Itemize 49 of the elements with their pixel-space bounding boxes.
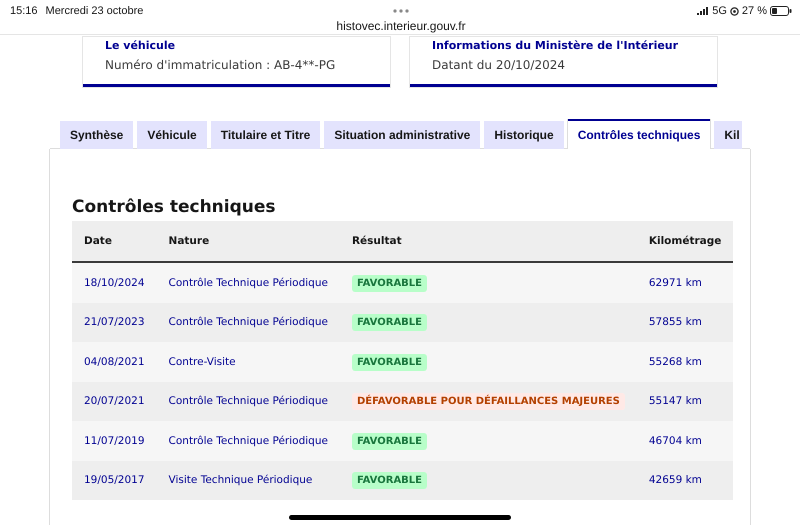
card-title: Le véhicule <box>105 39 176 52</box>
mileage-text: 55268 km <box>648 356 702 368</box>
column-header: Date <box>72 221 157 262</box>
nature-text: Visite Technique Périodique <box>168 474 312 486</box>
mileage-text: 62971 km <box>648 276 702 289</box>
nature-text: Contrôle Technique Périodique <box>168 276 328 289</box>
mileage-text: 46704 km <box>648 434 702 447</box>
column-header: Résultat <box>340 221 637 262</box>
result-badge: FAVORABLE <box>352 432 428 450</box>
result-badge: FAVORABLE <box>352 354 428 371</box>
nature-text: Contrôle Technique Périodique <box>168 316 328 328</box>
date-link[interactable]: 19/05/2017 <box>84 474 145 486</box>
tab[interactable]: Synthèse <box>60 121 134 149</box>
nature-text: Contrôle Technique Périodique <box>168 395 328 408</box>
nature-text: Contre-Visite <box>168 356 236 368</box>
tab[interactable]: Véhicule <box>137 121 207 149</box>
nature-text: Contrôle Technique Périodique <box>168 434 328 447</box>
mileage-text: 57855 km <box>648 316 702 328</box>
tab[interactable]: Historique <box>484 121 564 149</box>
column-header: Nature <box>156 221 340 262</box>
tab[interactable]: Kil <box>714 121 742 149</box>
more-icon[interactable] <box>393 9 409 13</box>
column-header: Kilométrage <box>636 221 734 262</box>
result-badge: FAVORABLE <box>352 314 428 332</box>
result-badge: FAVORABLE <box>352 472 428 490</box>
signal-icon <box>697 7 710 15</box>
section-title: Contrôles techniques <box>72 197 277 217</box>
date-link[interactable]: 11/07/2019 <box>84 434 145 447</box>
result-badge: DÉFAVORABLE POUR DÉFAILLANCES MAJEURES <box>352 393 625 410</box>
clock-time: 15:16 <box>10 5 38 17</box>
location-icon <box>730 6 739 16</box>
tab[interactable]: Situation administrative <box>324 121 480 149</box>
card-text: Numéro d'immatriculation : AB-4**-PG <box>105 58 336 72</box>
date-link[interactable]: 20/07/2021 <box>84 395 145 408</box>
date-link[interactable]: 18/10/2024 <box>84 276 145 289</box>
battery-percent: 27 % <box>742 5 767 17</box>
card-text: Datant du 20/10/2024 <box>432 58 566 72</box>
card-title: Informations du Ministère de l'Intérieur <box>432 39 680 52</box>
date-text: Mercredi 23 octobre <box>46 5 144 17</box>
url-text[interactable]: histovec.interieur.gouv.fr <box>10 19 792 33</box>
tab[interactable]: Titulaire et Titre <box>210 121 320 149</box>
battery-icon <box>770 6 792 16</box>
mileage-text: 55147 km <box>648 395 702 408</box>
date-link[interactable]: 21/07/2023 <box>84 316 145 328</box>
mileage-text: 42659 km <box>648 474 702 486</box>
date-link[interactable]: 04/08/2021 <box>84 356 145 368</box>
network-label: 5G <box>712 5 727 17</box>
result-badge: FAVORABLE <box>352 274 428 292</box>
tab[interactable]: Contrôles techniques <box>568 119 710 149</box>
